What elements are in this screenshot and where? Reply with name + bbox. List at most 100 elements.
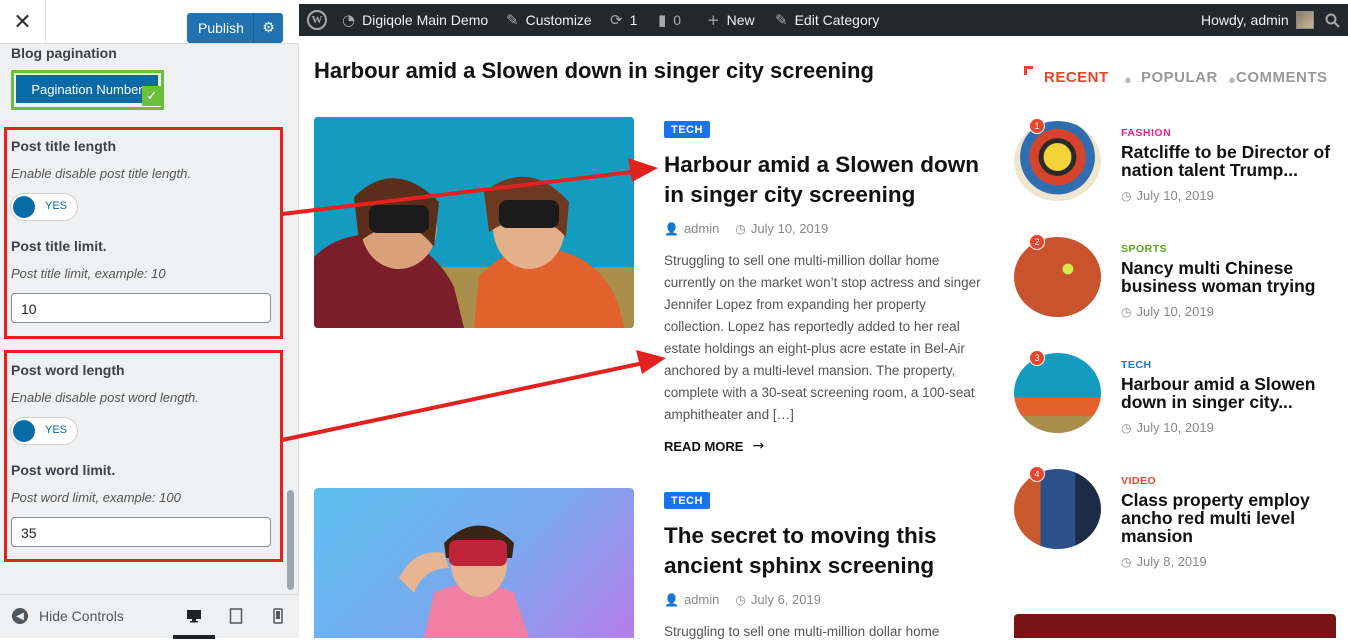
search-icon	[1325, 13, 1340, 28]
post-excerpt: Struggling to sell one multi-million dol…	[664, 253, 981, 422]
checkmark-icon: ✓	[142, 86, 162, 106]
post-title-link[interactable]: The secret to moving this ancient sphinx…	[664, 521, 994, 581]
clock-icon: ◷	[1121, 554, 1132, 569]
post-thumbnail	[1014, 121, 1101, 201]
sidebar-tabs: RECENT ● POPULAR ● COMMENTS	[1024, 66, 1336, 90]
customize-label: Customize	[525, 12, 592, 28]
new-content-link[interactable]: + New	[707, 4, 755, 36]
hide-controls-label: Hide Controls	[39, 608, 124, 624]
post-title-limit-label: Post title limit.	[11, 238, 107, 254]
post-category-tag[interactable]: TECH	[664, 121, 710, 138]
post-date: ◷ July 10, 2019	[1121, 304, 1214, 319]
post-title-link[interactable]: Harbour amid a Slowen down in singer cit…	[664, 150, 994, 210]
dashboard-icon: ◔	[342, 11, 356, 29]
post-word-length-desc: Enable disable post word length.	[11, 390, 199, 405]
account-menu[interactable]: Howdy, admin	[1201, 4, 1314, 36]
pagination-number-button[interactable]: Pagination Number	[16, 75, 158, 103]
post-image-vr-women[interactable]	[314, 117, 634, 328]
post-title-link[interactable]: Ratcliffe to be Director of nation talen…	[1121, 143, 1336, 179]
sidebar-post[interactable]: 2 SPORTS Nancy multi Chinese business wo…	[1014, 234, 1336, 321]
read-more-link[interactable]: READ MORE →	[664, 438, 764, 454]
read-more-label: READ MORE	[664, 438, 744, 454]
pencil-icon: ✎	[775, 11, 788, 29]
edit-category-label: Edit Category	[794, 12, 880, 28]
post-word-length-label: Post word length	[11, 362, 125, 378]
sidebar-post[interactable]: 1 FASHION Ratcliffe to be Director of na…	[1014, 118, 1336, 205]
user-icon: 👤	[664, 221, 679, 236]
comment-icon: ▮	[658, 11, 667, 29]
desktop-icon[interactable]	[186, 607, 202, 625]
sidebar-banner[interactable]	[1014, 614, 1336, 638]
post-rank-badge: 4	[1029, 466, 1045, 482]
post-category-tag[interactable]: TECH	[664, 492, 710, 509]
post-category[interactable]: SPORTS	[1121, 243, 1167, 255]
tab-comments[interactable]: COMMENTS	[1236, 69, 1328, 86]
customizer-header: ✕ Publish ⚙	[0, 0, 299, 44]
sidebar-post[interactable]: 3 TECH Harbour amid a Slowen down in sin…	[1014, 350, 1336, 437]
post-title-limit-input[interactable]: 10	[11, 293, 271, 323]
gear-icon[interactable]: ⚙	[254, 20, 283, 36]
comments-link[interactable]: ▮ 0	[658, 4, 681, 36]
wordpress-logo-icon: W	[307, 10, 327, 30]
post-word-limit-label: Post word limit.	[11, 462, 116, 478]
word-length-toggle[interactable]: YES	[11, 418, 77, 444]
brush-icon: ✎	[506, 11, 519, 29]
comments-count: 0	[673, 12, 682, 28]
refresh-icon: ⟳	[610, 11, 623, 29]
post-category[interactable]: FASHION	[1121, 127, 1171, 139]
toggle-state: YES	[45, 200, 68, 212]
edit-category-link[interactable]: ✎ Edit Category	[775, 4, 879, 36]
post-title-link[interactable]: Nancy multi Chinese business woman tryin…	[1121, 259, 1336, 295]
post-word-limit-input[interactable]: 35	[11, 517, 271, 547]
post-date: ◷ July 10, 2019	[1121, 420, 1214, 435]
sidebar-post[interactable]: 4 VIDEO Class property employ ancho red …	[1014, 466, 1336, 569]
post-category[interactable]: VIDEO	[1121, 475, 1156, 487]
post-title-length-label: Post title length	[11, 138, 116, 154]
post-date: July 6, 2019	[750, 592, 821, 607]
post-word-limit-desc: Post word limit, example: 100	[11, 490, 181, 505]
panel-scrollbar[interactable]	[287, 490, 294, 590]
blog-pagination-heading: Blog pagination	[11, 45, 117, 61]
wordpress-menu[interactable]: W	[307, 4, 327, 36]
post-rank-badge: 1	[1029, 118, 1045, 134]
publish-label: Publish	[198, 20, 244, 36]
customizer-footer: ◀ Hide Controls	[0, 594, 299, 639]
close-icon: ✕	[13, 9, 32, 35]
updates-link[interactable]: ⟳ 1	[610, 4, 637, 36]
publish-button[interactable]: Publish ⚙	[187, 13, 283, 43]
toggle-state: YES	[45, 424, 68, 436]
post-title-limit-desc: Post title limit, example: 10	[11, 266, 166, 281]
clock-icon: ◷	[735, 221, 746, 236]
user-icon: 👤	[664, 592, 679, 607]
post-thumbnail	[1014, 353, 1101, 433]
post-meta: 👤 admin ◷ July 6, 2019	[664, 592, 821, 607]
post-image-vr-girl[interactable]	[314, 488, 634, 638]
site-name-link[interactable]: ◔ Digiqole Main Demo	[342, 4, 488, 36]
post-thumbnail	[1014, 237, 1101, 317]
tab-recent[interactable]: RECENT	[1044, 69, 1109, 86]
post-category[interactable]: TECH	[1121, 359, 1152, 371]
page-title: Harbour amid a Slowen down in singer cit…	[314, 58, 874, 83]
toggle-knob	[13, 196, 35, 218]
close-customizer-button[interactable]: ✕	[0, 0, 46, 44]
post-author[interactable]: admin	[684, 592, 719, 607]
post-title-link[interactable]: Harbour amid a Slowen down in singer cit…	[1121, 375, 1336, 411]
post-date: July 10, 2019	[750, 221, 829, 236]
title-length-toggle[interactable]: YES	[11, 194, 77, 220]
post-author[interactable]: admin	[684, 221, 719, 236]
clock-icon: ◷	[735, 592, 746, 607]
wp-admin-bar: W ◔ Digiqole Main Demo ✎ Customize ⟳ 1 ▮…	[299, 0, 1348, 36]
plus-icon: +	[707, 11, 720, 29]
post-title-length-desc: Enable disable post title length.	[11, 166, 191, 181]
clock-icon: ◷	[1121, 304, 1132, 319]
customize-link[interactable]: ✎ Customize	[506, 4, 592, 36]
updates-count: 1	[629, 12, 638, 28]
tablet-icon[interactable]	[228, 607, 244, 625]
search-toggle[interactable]	[1325, 4, 1340, 36]
tab-popular[interactable]: POPULAR	[1141, 69, 1218, 86]
mobile-icon[interactable]	[270, 607, 286, 625]
post-excerpt: Struggling to sell one multi-million dol…	[664, 624, 940, 639]
hide-controls-button[interactable]: ◀ Hide Controls	[12, 608, 124, 624]
post-rank-badge: 3	[1029, 350, 1045, 366]
post-title-link[interactable]: Class property employ ancho red multi le…	[1121, 491, 1336, 545]
